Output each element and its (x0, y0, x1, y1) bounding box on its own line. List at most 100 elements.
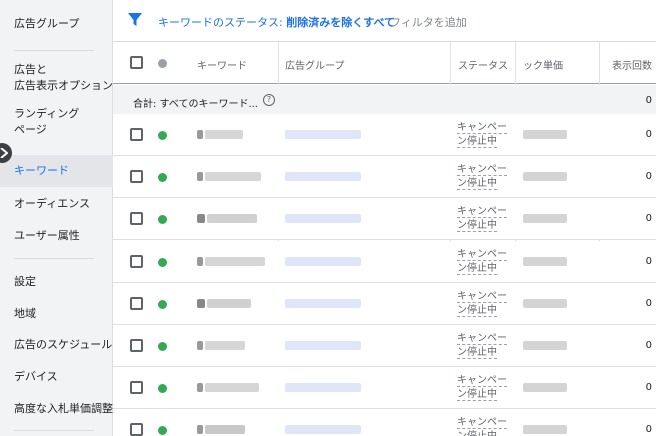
impressions-cell: 0 (645, 298, 652, 309)
nav-item-ads-extensions[interactable]: 広告と 広告表示オプション (0, 62, 113, 94)
row-checkbox[interactable] (130, 128, 143, 141)
nav-item-landing-pages-line1: ランディング (14, 107, 80, 120)
header-impressions[interactable]: 表示回数 (612, 57, 652, 72)
enabled-status-dot[interactable] (158, 300, 167, 309)
redacted-text (523, 172, 567, 181)
status-cell[interactable]: キャンペーン停止中 (457, 290, 507, 318)
nav-item-ad-groups[interactable]: 広告グループ (0, 16, 113, 32)
nav-item-advanced-bid-adj[interactable]: 高度な入札単価調整 (0, 401, 113, 417)
active-filter-chip[interactable]: キーワードのステータス: 削除済みを除くすべて (158, 14, 395, 30)
status-cell[interactable]: キャンペーン停止中 (457, 374, 507, 402)
header-cpc[interactable]: ック単価 (523, 57, 563, 72)
status-text-line2: ン停止中 (457, 136, 497, 148)
filter-icon[interactable] (128, 13, 142, 27)
row-checkbox[interactable] (130, 423, 143, 436)
ad-group-cell-redacted[interactable] (285, 425, 361, 435)
filter-prefix: キーワードのステータス: (158, 16, 283, 29)
table-row[interactable]: キャンペーン停止中 0 (113, 198, 656, 240)
enabled-status-dot[interactable] (158, 384, 167, 393)
table-row[interactable]: キャンペーン停止中 0 (113, 325, 656, 367)
keyword-cell-redacted[interactable] (197, 257, 267, 267)
ad-group-cell-redacted[interactable] (285, 214, 361, 224)
status-cell[interactable]: キャンペーン停止中 (457, 416, 507, 436)
impressions-cell: 0 (645, 424, 652, 435)
nav-item-audiences[interactable]: オーディエンス (0, 196, 113, 212)
redacted-text (205, 172, 261, 181)
redacted-text (523, 383, 567, 392)
redacted-text (523, 341, 567, 350)
row-checkbox[interactable] (130, 170, 143, 183)
keyword-cell-redacted[interactable] (197, 425, 247, 435)
chevron-right-icon (0, 148, 8, 158)
keyword-cell-redacted[interactable] (197, 299, 253, 309)
sidebar-nav: 広告グループ 広告と 広告表示オプション ランディング ページ キーワード オー… (0, 0, 113, 436)
redacted-text (197, 341, 203, 350)
select-all-checkbox[interactable] (130, 56, 143, 69)
cpc-cell-redacted (523, 257, 567, 267)
header-status[interactable]: ステータス (458, 57, 508, 72)
nav-divider (14, 430, 94, 431)
table-row[interactable]: キャンペーン停止中 0 (113, 367, 656, 409)
nav-item-locations[interactable]: 地域 (0, 306, 113, 322)
status-cell[interactable]: キャンペーン停止中 (457, 248, 507, 276)
status-cell[interactable]: キャンペーン停止中 (457, 163, 507, 191)
cpc-cell-redacted (523, 383, 567, 393)
enabled-status-dot[interactable] (158, 173, 167, 182)
nav-item-keywords[interactable]: キーワード (0, 155, 113, 187)
status-cell[interactable]: キャンペーン停止中 (457, 205, 507, 233)
enabled-status-dot[interactable] (158, 342, 167, 351)
filter-value: 削除済みを除くすべて (286, 16, 396, 29)
cpc-cell-redacted (523, 130, 567, 140)
status-text-line1: キャンペー (457, 164, 507, 176)
redacted-text (197, 257, 203, 266)
nav-item-ads-extensions-line2: 広告表示オプション (14, 79, 113, 92)
help-icon[interactable]: ? (263, 94, 275, 106)
keyword-cell-redacted[interactable] (197, 172, 263, 182)
status-cell[interactable]: キャンペーン停止中 (457, 332, 507, 360)
ad-group-cell-redacted[interactable] (285, 299, 361, 309)
ad-group-cell-redacted[interactable] (285, 130, 361, 140)
redacted-text (285, 214, 361, 223)
ad-group-cell-redacted[interactable] (285, 383, 361, 393)
header-ad-group[interactable]: 広告グループ (285, 57, 344, 72)
redacted-text (285, 299, 361, 308)
row-checkbox[interactable] (130, 339, 143, 352)
nav-item-landing-pages[interactable]: ランディング ページ (0, 106, 113, 138)
row-checkbox[interactable] (130, 212, 143, 225)
redacted-text (285, 257, 361, 266)
table-row[interactable]: キャンペーン停止中 0 (113, 409, 656, 436)
table-row[interactable]: キャンペーン停止中 0 (113, 283, 656, 325)
keyword-cell-redacted[interactable] (197, 214, 259, 224)
keyword-cell-redacted[interactable] (197, 383, 261, 393)
nav-item-settings[interactable]: 設定 (0, 274, 113, 290)
cpc-cell-redacted (523, 299, 567, 309)
enabled-status-dot[interactable] (158, 258, 167, 267)
enabled-status-dot[interactable] (158, 426, 167, 435)
nav-item-devices[interactable]: デバイス (0, 369, 113, 385)
table-row[interactable]: キャンペーン停止中 0 (113, 156, 656, 198)
ad-group-cell-redacted[interactable] (285, 257, 361, 267)
table-row[interactable]: キャンペーン停止中 0 (113, 114, 656, 156)
row-checkbox[interactable] (130, 381, 143, 394)
keyword-cell-redacted[interactable] (197, 341, 247, 351)
ad-group-cell-redacted[interactable] (285, 341, 361, 351)
ad-group-cell-redacted[interactable] (285, 172, 361, 182)
status-cell[interactable]: キャンペーン停止中 (457, 121, 507, 149)
redacted-text (523, 299, 567, 308)
redacted-text (285, 341, 361, 350)
nav-item-ad-schedule[interactable]: 広告のスケジュール (0, 337, 113, 353)
enabled-status-dot[interactable] (158, 215, 167, 224)
status-text-line2: ン停止中 (457, 178, 497, 190)
impressions-cell: 0 (645, 340, 652, 351)
add-filter-button[interactable]: フィルタを追加 (390, 14, 467, 30)
header-keyword[interactable]: キーワード (197, 57, 247, 72)
row-checkbox[interactable] (130, 255, 143, 268)
nav-item-demographics[interactable]: ユーザー属性 (0, 228, 113, 244)
redacted-text (523, 130, 567, 139)
keyword-cell-redacted[interactable] (197, 130, 245, 140)
cpc-cell-redacted (523, 172, 567, 182)
table-row[interactable]: キャンペーン停止中 0 (113, 241, 656, 283)
row-checkbox[interactable] (130, 297, 143, 310)
enabled-status-dot[interactable] (158, 131, 167, 140)
redacted-text (205, 425, 245, 434)
